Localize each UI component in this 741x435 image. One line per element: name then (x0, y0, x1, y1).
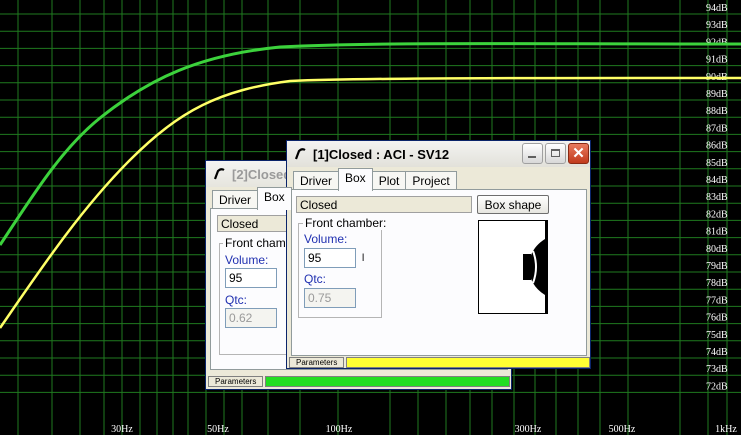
y-tick-label: 81dB (706, 227, 728, 238)
tab-box[interactable]: Box (257, 187, 292, 210)
window-1-title: [1]Closed : ACI - SV12 (313, 146, 450, 162)
parameters-label: Parameters (208, 376, 264, 387)
y-axis-tick-labels: 94dB93dB92dB91dB90dB89dB88dB87dB86dB85dB… (706, 3, 728, 392)
y-tick-label: 82dB (706, 209, 728, 220)
close-icon: ✕ (572, 145, 585, 162)
y-tick-label: 80dB (706, 244, 728, 255)
speaker-app-icon (293, 147, 307, 161)
volume-input[interactable]: 95 (225, 268, 277, 288)
tab-box[interactable]: Box (338, 168, 373, 191)
x-tick-label: 300Hz (515, 424, 542, 435)
qtc-input[interactable]: 0.75 (304, 288, 356, 308)
window-2-status-color (265, 376, 510, 387)
y-tick-label: 84dB (706, 175, 728, 186)
speaker-driver-icon (523, 221, 547, 313)
x-tick-label: 30Hz (111, 424, 133, 435)
x-tick-label: 100Hz (326, 424, 353, 435)
y-tick-label: 72dB (706, 381, 728, 392)
closed-box-window-1[interactable]: [1]Closed : ACI - SV12 ✕ Driver Box Plot… (286, 140, 591, 369)
tab-plot[interactable]: Plot (371, 171, 407, 191)
close-button[interactable]: ✕ (568, 143, 589, 164)
y-tick-label: 75dB (706, 330, 728, 341)
y-tick-label: 85dB (706, 158, 728, 169)
volume-label: Volume: (304, 232, 348, 246)
maximize-button[interactable] (545, 143, 566, 164)
y-tick-label: 78dB (706, 278, 728, 289)
x-tick-label: 500Hz (609, 424, 636, 435)
x-tick-label: 1kHz (715, 424, 737, 435)
y-tick-label: 74dB (706, 347, 728, 358)
window-2-statusbar: Parameters (208, 376, 510, 387)
volume-label: Volume: (225, 253, 269, 267)
y-tick-label: 77dB (706, 295, 728, 306)
window-1-statusbar: Parameters (289, 357, 590, 368)
x-axis-tick-labels: 30Hz 50Hz 100Hz 300Hz 500Hz 1kHz (111, 424, 737, 435)
y-tick-label: 73dB (706, 364, 728, 375)
box-shape-button[interactable]: Box shape (477, 195, 549, 214)
tab-driver[interactable]: Driver (212, 190, 258, 210)
front-chamber-label: Front chamber: (303, 216, 389, 230)
volume-input[interactable]: 95 (304, 248, 356, 268)
y-tick-label: 83dB (706, 192, 728, 203)
y-tick-label: 91dB (706, 55, 728, 66)
qtc-label: Qtc: (304, 272, 327, 286)
tab-driver[interactable]: Driver (293, 171, 339, 191)
parameters-label: Parameters (289, 357, 345, 368)
y-tick-label: 76dB (706, 313, 728, 324)
y-tick-label: 79dB (706, 261, 728, 272)
tab-project[interactable]: Project (405, 171, 457, 191)
x-tick-label: 50Hz (207, 424, 229, 435)
volume-unit: l (362, 253, 365, 264)
window-2-title: [2]Closed (232, 166, 292, 182)
y-tick-label: 88dB (706, 106, 728, 117)
window-1-status-color (346, 357, 590, 368)
minimize-icon (528, 156, 536, 158)
qtc-input[interactable]: 0.62 (225, 308, 277, 328)
box-type-field: Closed (296, 196, 472, 213)
y-tick-label: 94dB (706, 3, 728, 14)
window-1-titlebar[interactable]: [1]Closed : ACI - SV12 ✕ (287, 141, 590, 167)
qtc-label: Qtc: (225, 293, 248, 307)
y-tick-label: 93dB (706, 20, 728, 31)
y-tick-label: 89dB (706, 89, 728, 100)
y-tick-label: 87dB (706, 123, 728, 134)
box-shape-preview (478, 220, 548, 314)
y-tick-label: 86dB (706, 141, 728, 152)
window-1-tab-panel: Closed Box shape Front chamber: Volume: … (291, 189, 587, 356)
speaker-app-icon (212, 167, 226, 181)
minimize-button[interactable] (522, 143, 543, 164)
maximize-icon (551, 149, 560, 157)
